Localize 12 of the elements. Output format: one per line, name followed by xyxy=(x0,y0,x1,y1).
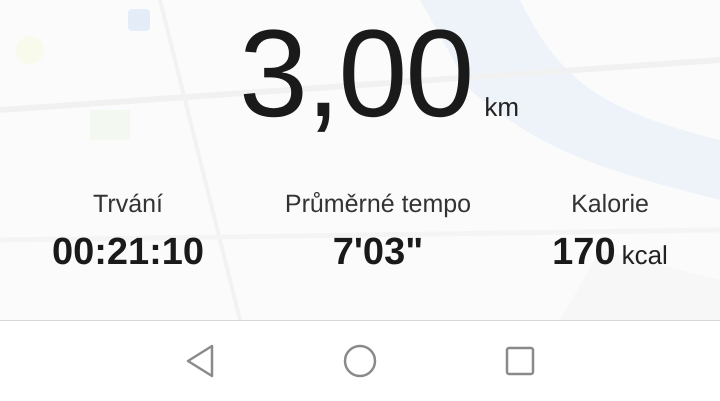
stat-unit: kcal xyxy=(622,240,668,271)
stat-value: 170 xyxy=(552,231,616,274)
stat-label: Kalorie xyxy=(571,190,649,219)
stat-label: Trvání xyxy=(93,190,163,219)
distance-unit: km xyxy=(484,92,519,123)
stat-value: 7'03" xyxy=(332,231,424,274)
stat-value: 00:21:10 xyxy=(52,231,204,274)
distance-value: 3,00 xyxy=(238,12,472,136)
back-button[interactable] xyxy=(185,344,215,378)
recents-button[interactable] xyxy=(505,346,535,376)
stat-label: Průměrné tempo xyxy=(284,190,472,219)
home-button[interactable] xyxy=(343,344,377,378)
